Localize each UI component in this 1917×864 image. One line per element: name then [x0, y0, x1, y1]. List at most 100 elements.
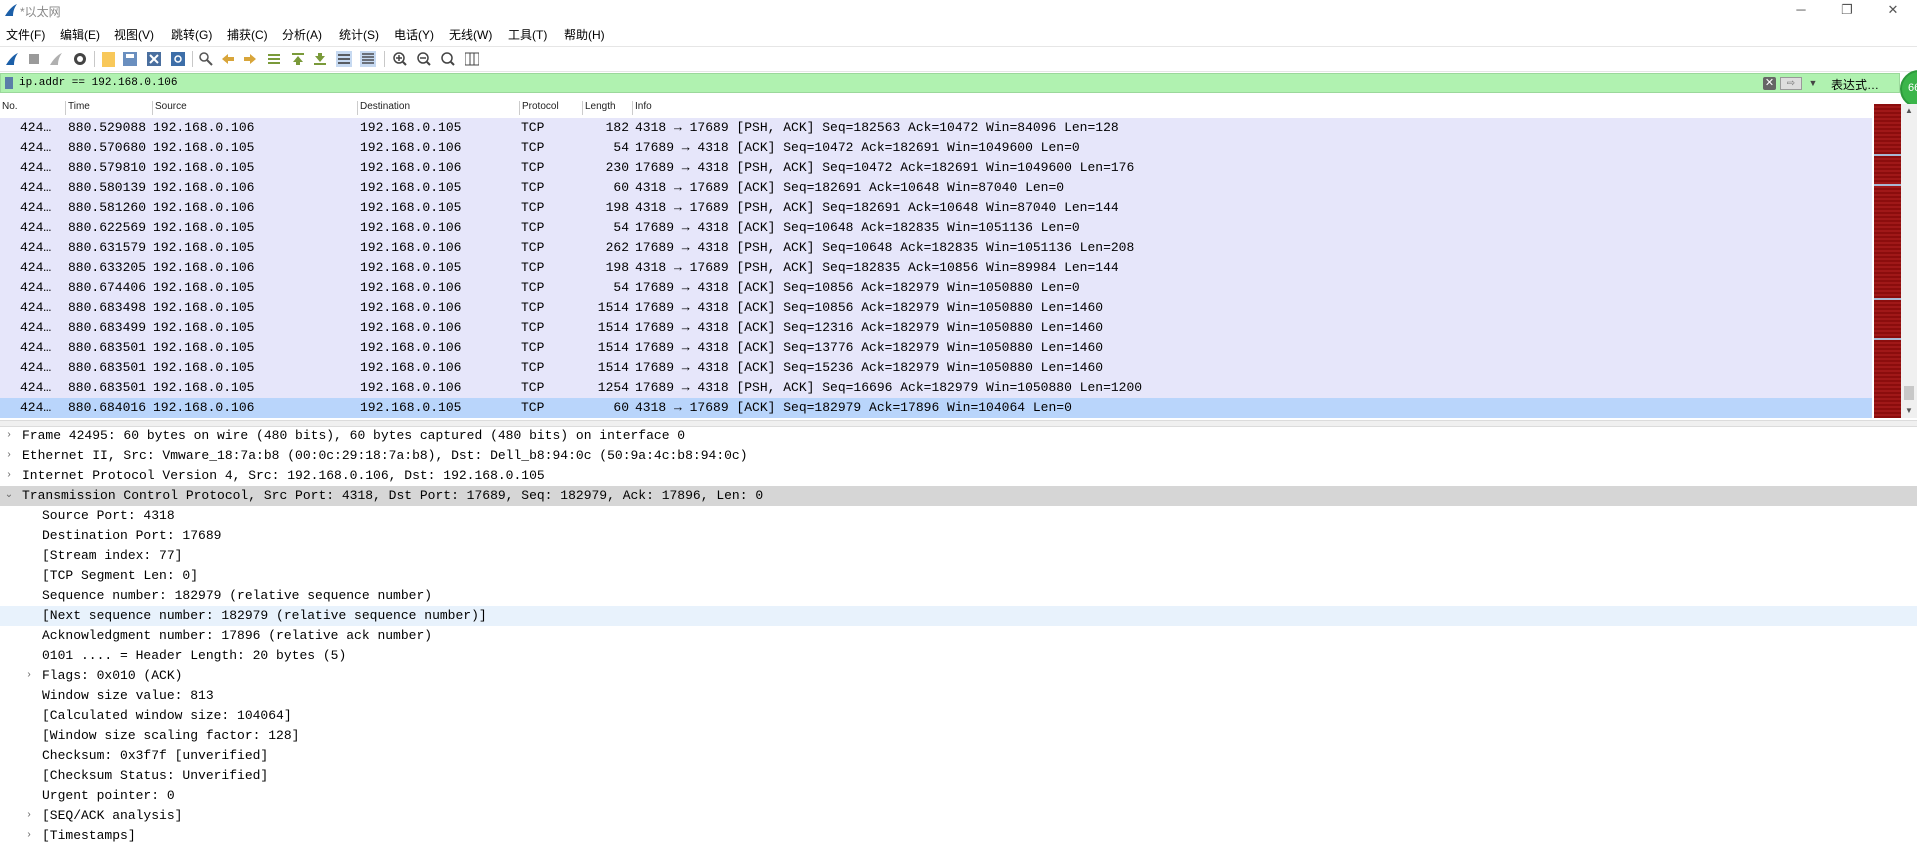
clear-filter-icon[interactable]: ✕	[1763, 77, 1776, 90]
expand-arrow-icon[interactable]: ›	[23, 826, 35, 846]
detail-field-row[interactable]: Source Port: 4318	[0, 506, 1917, 526]
detail-field-row[interactable]: [Window size scaling factor: 128]	[0, 726, 1917, 746]
packet-row[interactable]: 424… 880.683501 192.168.0.105 192.168.0.106…	[0, 338, 1872, 358]
zoom-out-icon[interactable]	[416, 51, 432, 67]
packet-row[interactable]: 424… 880.622569 192.168.0.105 192.168.0.106…	[0, 218, 1872, 238]
detail-field-row[interactable]: Window size value: 813	[0, 686, 1917, 706]
column-header-length[interactable]: Length	[583, 101, 633, 115]
packet-info: 4318 → 17689 [PSH, ACK] Seq=182563 Ack=1…	[635, 120, 1119, 135]
apply-filter-icon[interactable]: ⇨	[1780, 77, 1802, 90]
packet-row[interactable]: 424… 880.570680 192.168.0.105 192.168.0.106…	[0, 138, 1872, 158]
detail-field-row[interactable]: Urgent pointer: 0	[0, 786, 1917, 806]
colorize-icon[interactable]	[360, 51, 376, 67]
packet-info: 17689 → 4318 [ACK] Seq=10648 Ack=182835 …	[635, 220, 1080, 235]
expand-arrow-icon[interactable]: ›	[3, 466, 15, 486]
detail-field-row[interactable]: › [SEQ/ACK analysis]	[0, 806, 1917, 826]
packet-row[interactable]: 424… 880.683499 192.168.0.105 192.168.0.106…	[0, 318, 1872, 338]
packet-row[interactable]: 424… 880.581260 192.168.0.106 192.168.0.105…	[0, 198, 1872, 218]
column-header-time[interactable]: Time	[66, 101, 153, 115]
collapse-arrow-icon[interactable]: ⌄	[3, 486, 15, 506]
packet-row[interactable]: 424… 880.683498 192.168.0.105 192.168.0.106…	[0, 298, 1872, 318]
column-header-info[interactable]: Info	[633, 101, 1872, 115]
go-forward-icon[interactable]	[242, 51, 258, 67]
detail-field-row[interactable]: › [Timestamps]	[0, 826, 1917, 846]
restart-capture-icon[interactable]	[48, 51, 64, 67]
detail-protocol-row[interactable]: › Frame 42495: 60 bytes on wire (480 bits…	[0, 426, 1917, 446]
detail-field-row[interactable]: Destination Port: 17689	[0, 526, 1917, 546]
open-file-icon[interactable]	[100, 51, 116, 67]
save-file-icon[interactable]	[122, 51, 138, 67]
packet-row[interactable]: 424… 880.529088 192.168.0.106 192.168.0.105…	[0, 118, 1872, 138]
menu-telephony[interactable]: 电话(Y)	[394, 26, 434, 43]
expression-button[interactable]: 表达式…	[1831, 76, 1879, 93]
packet-row[interactable]: 424… 880.633205 192.168.0.106 192.168.0.105…	[0, 258, 1872, 278]
packet-row[interactable]: 424… 880.579810 192.168.0.105 192.168.0.106…	[0, 158, 1872, 178]
menu-file[interactable]: 文件(F)	[6, 26, 45, 43]
restore-button[interactable]: ❐	[1824, 0, 1870, 22]
menu-wireless[interactable]: 无线(W)	[449, 26, 492, 43]
selected-packet-row[interactable]: 424… 880.684016 192.168.0.106 192.168.0.105…	[0, 398, 1872, 418]
scroll-down-icon[interactable]: ▼	[1901, 404, 1917, 418]
expand-arrow-icon[interactable]: ›	[3, 426, 15, 446]
resize-columns-icon[interactable]	[464, 51, 480, 67]
detail-field-row[interactable]: [Stream index: 77]	[0, 546, 1917, 566]
close-file-icon[interactable]	[146, 51, 162, 67]
detail-field-row[interactable]: [Checksum Status: Unverified]	[0, 766, 1917, 786]
go-back-icon[interactable]	[220, 51, 236, 67]
packet-minimap[interactable]	[1874, 104, 1901, 418]
reload-file-icon[interactable]	[170, 51, 186, 67]
detail-field-row[interactable]: Checksum: 0x3f7f [unverified]	[0, 746, 1917, 766]
detail-field-row[interactable]: Sequence number: 182979 (relative sequen…	[0, 586, 1917, 606]
zoom-in-icon[interactable]	[392, 51, 408, 67]
capture-options-icon[interactable]	[72, 51, 88, 67]
detail-protocol-row[interactable]: ⌄ Transmission Control Protocol, Src Port…	[0, 486, 1917, 506]
menu-edit[interactable]: 编辑(E)	[60, 26, 100, 43]
packet-number: 424…	[20, 220, 52, 235]
stop-capture-icon[interactable]	[26, 51, 42, 67]
detail-field-row[interactable]: [TCP Segment Len: 0]	[0, 566, 1917, 586]
minimize-button[interactable]: ─	[1778, 0, 1824, 22]
packet-row[interactable]: 424… 880.683501 192.168.0.105 192.168.0.106…	[0, 378, 1872, 398]
column-header-destination[interactable]: Destination	[358, 101, 520, 115]
menu-capture[interactable]: 捕获(C)	[227, 26, 268, 43]
column-header-no[interactable]: No.	[0, 101, 66, 115]
go-last-icon[interactable]	[312, 51, 328, 67]
packet-row[interactable]: 424… 880.683501 192.168.0.105 192.168.0.106…	[0, 358, 1872, 378]
packet-source: 192.168.0.105	[153, 160, 255, 175]
detail-protocol-row[interactable]: › Ethernet II, Src: Vmware_18:7a:b8 (00:0…	[0, 446, 1917, 466]
detail-field-row[interactable]: [Next sequence number: 182979 (relative …	[0, 606, 1917, 626]
column-header-protocol[interactable]: Protocol	[520, 101, 583, 115]
detail-protocol-row[interactable]: › Internet Protocol Version 4, Src: 192.1…	[0, 466, 1917, 486]
column-header-source[interactable]: Source	[153, 101, 358, 115]
packet-row[interactable]: 424… 880.674406 192.168.0.105 192.168.0.106…	[0, 278, 1872, 298]
packet-list-scrollbar[interactable]: ▲ ▼	[1901, 104, 1917, 418]
filter-bookmark-icon[interactable]	[5, 77, 13, 89]
menu-tools[interactable]: 工具(T)	[508, 26, 547, 43]
menu-go[interactable]: 跳转(G)	[171, 26, 212, 43]
menu-statistics[interactable]: 统计(S)	[339, 26, 379, 43]
auto-scroll-icon[interactable]	[336, 51, 352, 67]
detail-field-row[interactable]: [Calculated window size: 104064]	[0, 706, 1917, 726]
expand-arrow-icon[interactable]: ›	[23, 806, 35, 826]
menu-view[interactable]: 视图(V)	[114, 26, 154, 43]
go-first-icon[interactable]	[290, 51, 306, 67]
find-packet-icon[interactable]	[198, 51, 214, 67]
menu-help[interactable]: 帮助(H)	[564, 26, 605, 43]
detail-field-row[interactable]: Acknowledgment number: 17896 (relative a…	[0, 626, 1917, 646]
packet-row[interactable]: 424… 880.580139 192.168.0.106 192.168.0.105…	[0, 178, 1872, 198]
display-filter-input[interactable]	[19, 75, 1749, 91]
expand-arrow-icon[interactable]: ›	[3, 446, 15, 466]
packet-row[interactable]: 424… 880.631579 192.168.0.105 192.168.0.106…	[0, 238, 1872, 258]
detail-text: Flags: 0x010 (ACK)	[42, 668, 183, 683]
detail-field-row[interactable]: 0101 .... = Header Length: 20 bytes (5)	[0, 646, 1917, 666]
normal-size-icon[interactable]	[440, 51, 456, 67]
scroll-up-icon[interactable]: ▲	[1901, 104, 1917, 118]
scrollbar-thumb[interactable]	[1904, 386, 1914, 400]
expand-arrow-icon[interactable]: ›	[23, 666, 35, 686]
filter-dropdown-icon[interactable]: ▼	[1806, 76, 1820, 90]
go-to-packet-icon[interactable]	[266, 51, 282, 67]
close-button[interactable]: ✕	[1870, 0, 1916, 22]
detail-field-row[interactable]: › Flags: 0x010 (ACK)	[0, 666, 1917, 686]
menu-analyze[interactable]: 分析(A)	[282, 26, 322, 43]
start-capture-icon[interactable]	[4, 51, 20, 67]
